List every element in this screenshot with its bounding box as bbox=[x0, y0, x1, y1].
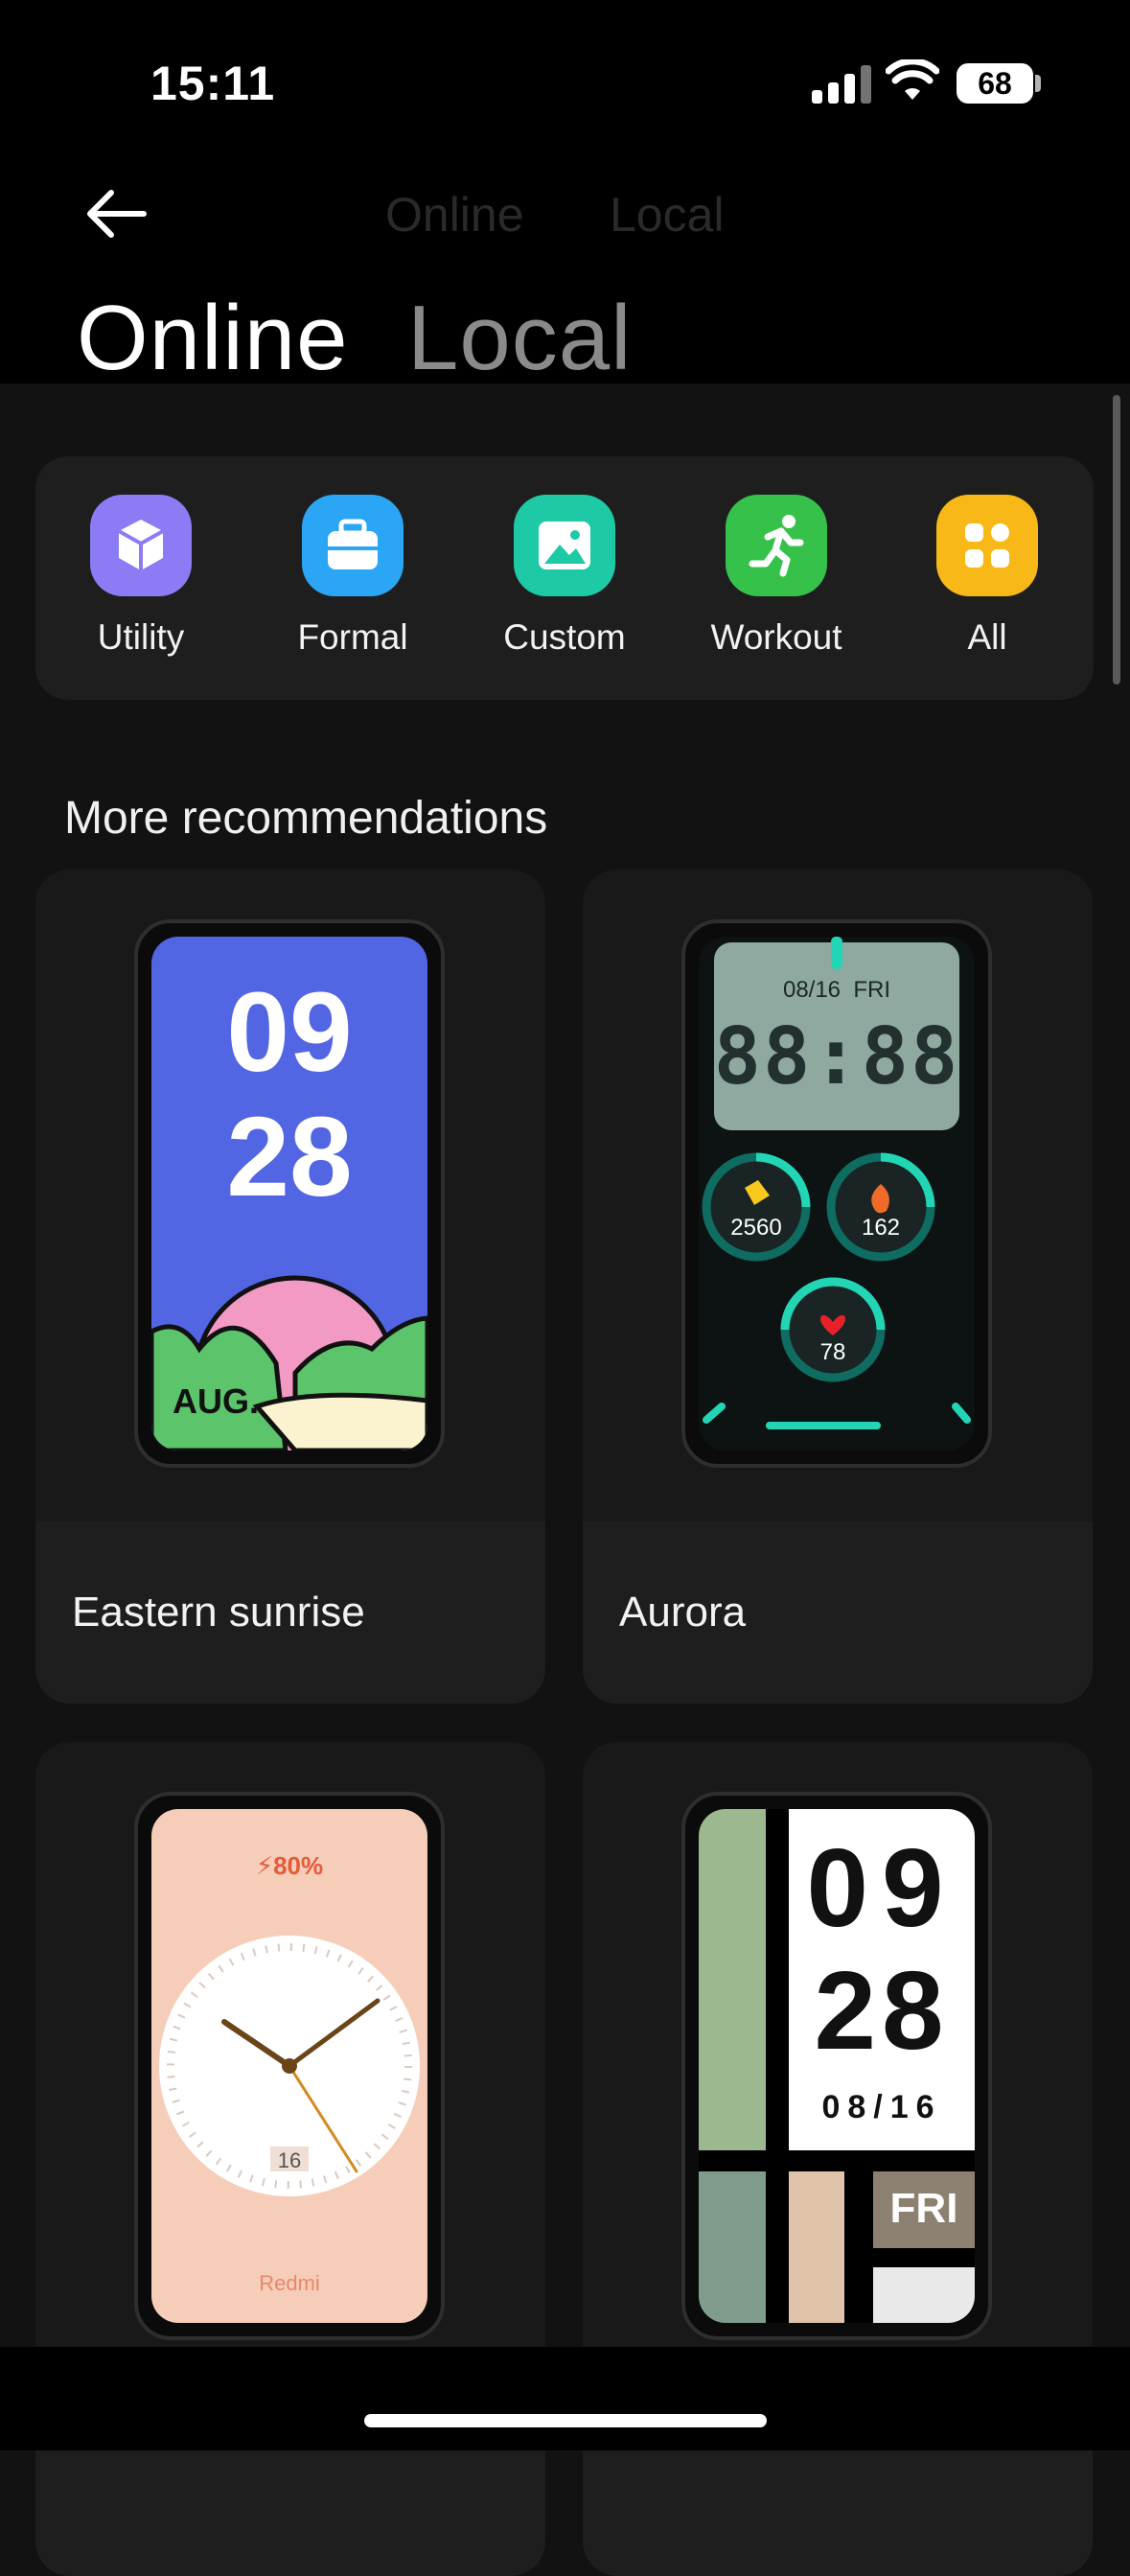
wifi-icon bbox=[886, 59, 939, 100]
cellular-signal-icon bbox=[812, 63, 871, 104]
battery-tip bbox=[1035, 75, 1041, 92]
category-label: Workout bbox=[710, 617, 842, 657]
back-arrow-icon[interactable] bbox=[82, 185, 150, 243]
card-preview: 09 28 08/16 FRI bbox=[583, 1742, 1093, 2394]
card-preview: 09 28 AUG. bbox=[35, 870, 545, 1521]
category-label: Utility bbox=[97, 617, 185, 657]
face-hour: 09 bbox=[226, 969, 353, 1096]
face-minute: 28 bbox=[226, 1094, 353, 1220]
card-title: Aurora bbox=[619, 1589, 747, 1636]
card-preview: 08/16 FRI 88:88 2560 162 78 bbox=[583, 870, 1093, 1521]
tab-online-collapsed[interactable]: Online bbox=[385, 187, 524, 243]
face-date: 08/16 FRI bbox=[782, 977, 891, 1003]
tab-local-collapsed[interactable]: Local bbox=[610, 187, 725, 243]
category-custom[interactable]: Custom bbox=[459, 495, 670, 658]
section-title: More recommendations bbox=[64, 793, 548, 844]
face-digits: 88:88 bbox=[713, 1011, 960, 1102]
face-steps: 2560 bbox=[730, 1215, 782, 1241]
face-heart-rate: 78 bbox=[819, 1339, 846, 1365]
face-battery: ⚡80% bbox=[255, 1851, 324, 1880]
band-device: 09 28 AUG. bbox=[134, 919, 445, 1468]
watch-face-analog: ⚡80% 16 Redmi bbox=[151, 1809, 427, 2323]
home-indicator[interactable] bbox=[364, 2414, 767, 2427]
face-calories: 162 bbox=[861, 1215, 901, 1241]
status-time: 15:11 bbox=[150, 57, 276, 110]
card-title: Eastern sunrise bbox=[72, 1589, 365, 1636]
watch-face-card-analog[interactable]: ⚡80% 16 Redmi bbox=[35, 1742, 545, 2576]
category-label: Custom bbox=[503, 617, 626, 657]
scrollbar[interactable] bbox=[1113, 395, 1120, 685]
watch-face-card-blocks[interactable]: 09 28 08/16 FRI bbox=[583, 1742, 1093, 2576]
tab-online[interactable]: Online bbox=[77, 286, 349, 391]
card-preview: ⚡80% 16 Redmi bbox=[35, 1742, 545, 2394]
bottom-bar bbox=[0, 2347, 1130, 2450]
face-month: AUG. bbox=[173, 1381, 259, 1421]
face-weekday: FRI bbox=[889, 2185, 958, 2232]
face-hour: 09 bbox=[806, 1825, 957, 1950]
category-label: Formal bbox=[297, 617, 408, 657]
grid-icon bbox=[936, 495, 1038, 596]
face-minute: 28 bbox=[814, 1948, 950, 2073]
category-workout[interactable]: Workout bbox=[671, 495, 882, 658]
battery-indicator: 68 bbox=[957, 63, 1033, 104]
category-label: All bbox=[967, 617, 1007, 657]
category-all[interactable]: All bbox=[882, 495, 1093, 658]
watch-face-card-eastern-sunrise[interactable]: 09 28 AUG. Eastern sunrise bbox=[35, 870, 545, 1704]
category-utility[interactable]: Utility bbox=[35, 495, 246, 658]
face-brand: Redmi bbox=[259, 2271, 320, 2295]
briefcase-icon bbox=[302, 495, 404, 596]
face-date: 08/16 bbox=[821, 2089, 942, 2125]
running-icon bbox=[726, 495, 827, 596]
band-device: 08/16 FRI 88:88 2560 162 78 bbox=[681, 919, 992, 1468]
face-day: 16 bbox=[277, 2148, 302, 2172]
watch-face-card-aurora[interactable]: 08/16 FRI 88:88 2560 162 78 Aurora bbox=[583, 870, 1093, 1704]
watch-face-aurora: 08/16 FRI 88:88 2560 162 78 bbox=[699, 937, 975, 1450]
cube-icon bbox=[90, 495, 192, 596]
band-device: 09 28 08/16 FRI bbox=[681, 1792, 992, 2340]
tab-local[interactable]: Local bbox=[407, 286, 633, 391]
watch-face-eastern-sunrise: 09 28 AUG. bbox=[151, 937, 427, 1450]
category-formal[interactable]: Formal bbox=[247, 495, 458, 658]
band-device: ⚡80% 16 Redmi bbox=[134, 1792, 445, 2340]
image-icon bbox=[514, 495, 615, 596]
watch-face-blocks: 09 28 08/16 FRI bbox=[699, 1809, 975, 2323]
